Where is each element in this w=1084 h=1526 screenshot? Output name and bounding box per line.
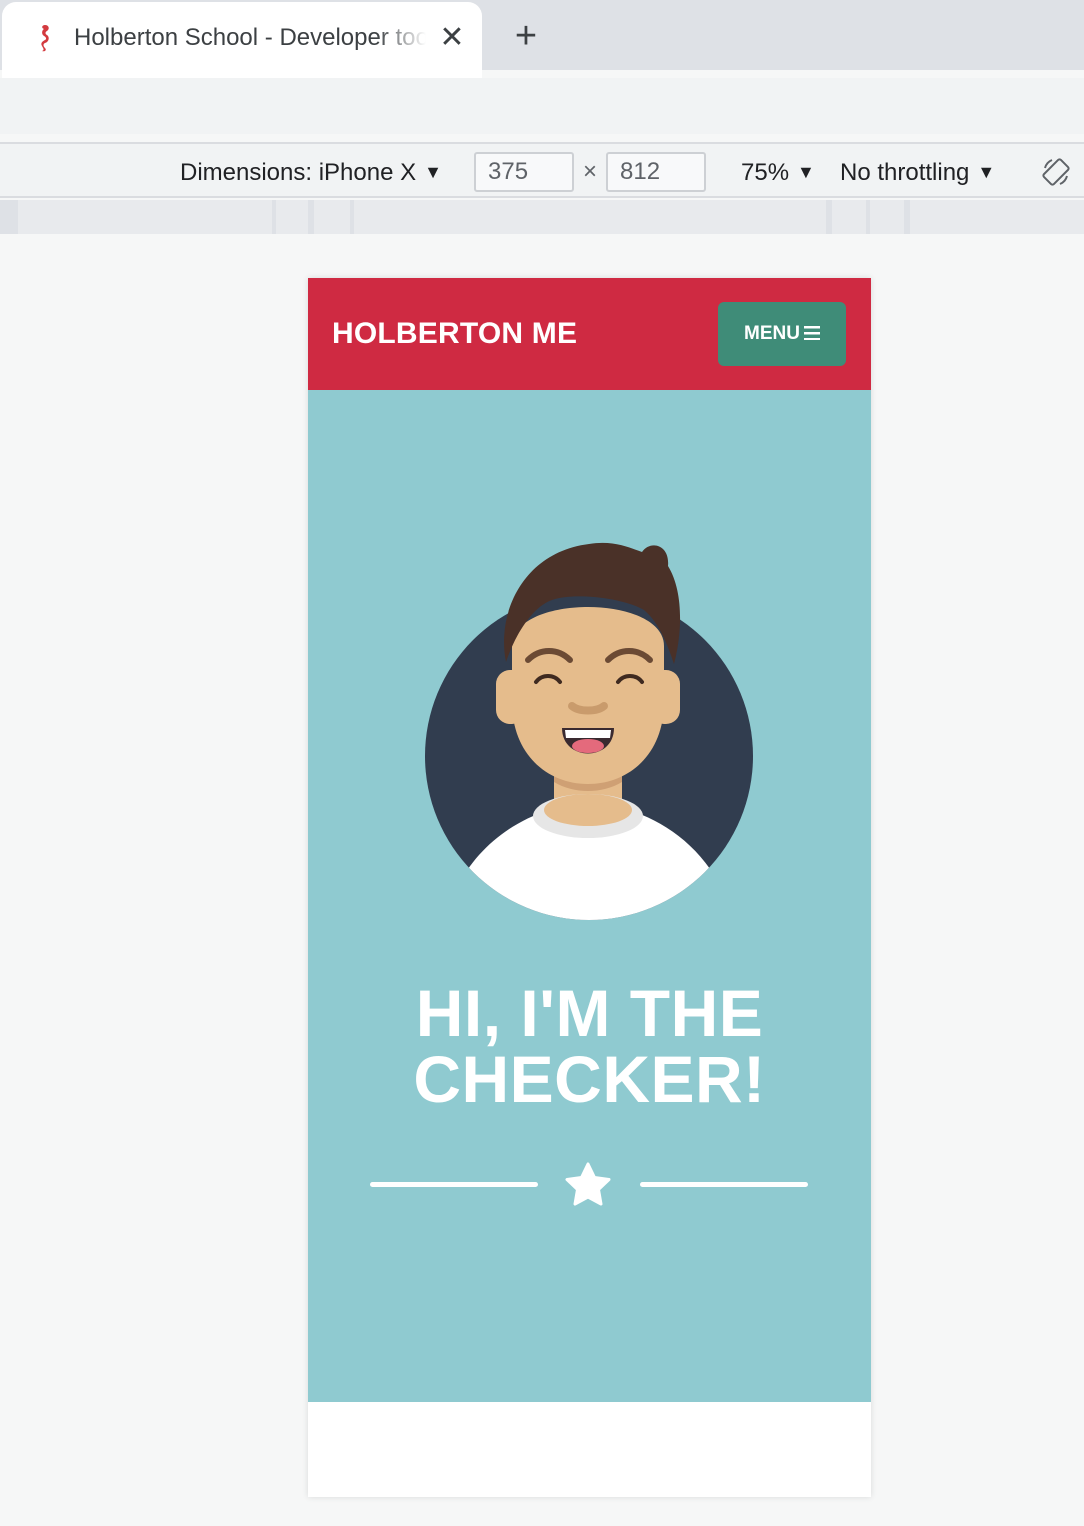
divider-right bbox=[640, 1182, 808, 1187]
device-viewport: HOLBERTON ME MENU HI, I'M THE CHECKER! bbox=[308, 278, 871, 1497]
divider-left bbox=[370, 1182, 538, 1187]
dimensions-label: Dimensions: iPhone X bbox=[180, 159, 417, 186]
menu-button[interactable]: MENU bbox=[718, 302, 846, 366]
browser-tab[interactable]: Holberton School - Developer tools ✕ bbox=[2, 2, 482, 78]
rotate-icon[interactable] bbox=[1040, 156, 1072, 188]
browser-toolbar bbox=[0, 78, 1084, 134]
tab-close-icon[interactable]: ✕ bbox=[438, 22, 466, 54]
media-query-ruler bbox=[0, 200, 1084, 234]
times-icon: × bbox=[582, 158, 597, 185]
new-tab-button[interactable]: + bbox=[508, 17, 544, 55]
zoom-dropdown[interactable]: 75% ▼ bbox=[741, 156, 815, 188]
throttling-label: No throttling bbox=[840, 159, 970, 186]
star-icon bbox=[565, 1162, 611, 1206]
height-input[interactable]: 812 bbox=[606, 152, 706, 192]
avatar bbox=[425, 542, 753, 920]
chevron-down-icon: ▼ bbox=[424, 162, 442, 182]
site-brand[interactable]: HOLBERTON ME bbox=[332, 314, 577, 354]
chevron-down-icon: ▼ bbox=[977, 162, 996, 182]
dimensions-dropdown[interactable]: Dimensions: iPhone X ▼ bbox=[180, 156, 442, 188]
width-input[interactable]: 375 bbox=[474, 152, 574, 192]
menu-label: MENU bbox=[744, 323, 800, 344]
hamburger-icon bbox=[803, 326, 820, 340]
browser-tab-strip: Holberton School - Developer tools ✕ + bbox=[0, 0, 1084, 78]
site-header: HOLBERTON ME MENU bbox=[308, 278, 871, 390]
hero-section: HI, I'M THE CHECKER! bbox=[308, 390, 871, 1402]
device-toolbar: Dimensions: iPhone X ▼ 375 × 812 75% ▼ No … bbox=[0, 142, 1084, 198]
chevron-down-icon: ▼ bbox=[797, 162, 815, 182]
hero-title: HI, I'M THE CHECKER! bbox=[413, 976, 766, 1116]
throttling-dropdown[interactable]: No throttling ▼ bbox=[840, 156, 995, 188]
tab-title: Holberton School - Developer tools bbox=[74, 24, 426, 51]
zoom-label: 75% bbox=[741, 159, 790, 186]
seahorse-icon bbox=[41, 25, 49, 52]
